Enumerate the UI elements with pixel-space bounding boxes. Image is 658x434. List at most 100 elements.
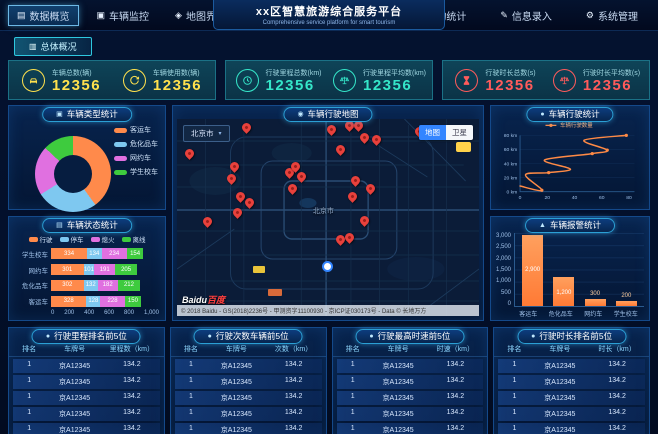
column-header: 车牌号 bbox=[64, 346, 86, 353]
table-cell: 134.2 bbox=[446, 377, 465, 384]
table-cell: 134.2 bbox=[608, 361, 626, 368]
x-tick: 400 bbox=[84, 310, 95, 316]
alarm-categories: 客运车 危化品车 网约车 学生校车 bbox=[496, 307, 644, 318]
svg-text:20: 20 bbox=[545, 195, 551, 201]
kpi-value: 12356 bbox=[582, 76, 633, 94]
legend-item-停车[interactable]: 停车 bbox=[59, 234, 84, 244]
table-row: 1 京A12345 134.2 bbox=[13, 391, 160, 405]
panorama-badge[interactable] bbox=[456, 142, 471, 152]
y-tick: 2,000 bbox=[496, 255, 512, 262]
legend-item-离线[interactable]: 离线 bbox=[121, 234, 146, 244]
svg-text:40: 40 bbox=[572, 195, 578, 201]
stack-category: 学生校车 bbox=[22, 251, 48, 259]
legend-item-熄火[interactable]: 熄火 bbox=[90, 234, 115, 244]
panel-title-text: 行驶最高时速前5位 bbox=[377, 331, 451, 341]
nav-item-车辆监控[interactable]: ▣ 车辆监控 bbox=[89, 6, 158, 25]
globe-badge-icon: ◉ bbox=[297, 111, 304, 118]
table-row: 1 京A12345 134.2 bbox=[13, 407, 160, 421]
table-row: 1 京A12345 134.2 bbox=[174, 423, 322, 434]
stack-segment: 228 bbox=[100, 295, 125, 307]
center-column: ◉ 车辆行驶地图 北京市 北京市 ▾ 地图 卫星 Baidu百度 © 2018 … bbox=[172, 105, 484, 321]
alarm-stats-panel-title: ▲ 车辆报警统计 bbox=[525, 218, 615, 233]
stack-category: 网约车 bbox=[28, 267, 49, 275]
table-cell: 1 bbox=[512, 361, 517, 368]
map-type-卫星[interactable]: 卫星 bbox=[446, 125, 473, 140]
svg-text:60: 60 bbox=[599, 195, 605, 201]
scale-icon bbox=[333, 68, 356, 92]
ranking-table-panel: ● 行驶次数车辆前5位 排名 车牌号 次数（km） 1 京A12345 134.2 1 京A123… bbox=[169, 327, 327, 434]
status-badge-icon: ▤ bbox=[56, 222, 63, 229]
svg-text:车辆行驶数量: 车辆行驶数量 bbox=[560, 121, 593, 129]
kpi-group: 行驶里程总数(km) 12356 行驶里程平均数(km) 12356 bbox=[225, 60, 433, 100]
table-row: 1 京A12345 134.2 bbox=[174, 375, 322, 389]
page-subtitle: Comprehensive service platform for smart… bbox=[262, 20, 396, 26]
alarm-bar-客运车: 2,900 bbox=[522, 235, 544, 306]
panel-title-text: 车辆报警统计 bbox=[549, 220, 601, 230]
scale-icon bbox=[552, 68, 576, 92]
kpi-item: 行驶时长总数(s) 12356 bbox=[445, 63, 546, 97]
table-cell: 134.2 bbox=[123, 425, 141, 432]
ranking-table-title: ● 行驶里程排名前5位 bbox=[31, 329, 141, 344]
svg-text:80: 80 bbox=[626, 195, 632, 201]
stack-category: 客运车 bbox=[28, 299, 49, 307]
table-cell: 134.2 bbox=[284, 361, 303, 368]
dot-badge-icon: ● bbox=[369, 333, 374, 340]
legend-item-学生校车[interactable]: 学生校车 bbox=[114, 167, 158, 177]
table-cell: 134.2 bbox=[284, 409, 303, 416]
legend-swatch bbox=[28, 236, 38, 242]
panel-title-text: 行驶里程排名前5位 bbox=[54, 331, 127, 341]
map-panel: ◉ 车辆行驶地图 北京市 北京市 ▾ 地图 卫星 Baidu百度 © 2018 … bbox=[172, 105, 484, 321]
kpi-value: 12356 bbox=[485, 76, 535, 94]
nav-item-数据概览[interactable]: ▤ 数据概览 bbox=[8, 4, 79, 26]
nav-item-系统管理[interactable]: ⚙ 系统管理 bbox=[578, 6, 646, 25]
vehicle-status-chart: 行驶 停车 熄火 离线 学生校车 334 134 234 154 网约车 301 101 191 205… bbox=[15, 232, 159, 317]
city-selector[interactable]: 北京市 ▾ bbox=[183, 125, 230, 142]
table-cell: 134.2 bbox=[608, 393, 626, 400]
car-badge-icon: ▣ bbox=[56, 111, 63, 118]
table-cell: 京A12345 bbox=[59, 427, 91, 434]
bar-value-label: 1,200 bbox=[556, 289, 572, 296]
legend-item-行驶[interactable]: 行驶 bbox=[28, 234, 53, 244]
table-row: 1 京A12345 134.2 bbox=[336, 423, 484, 434]
map-attribution: © 2018 Baidu - GS(2018)2236号 - 甲测资字11100… bbox=[177, 305, 479, 316]
table-cell: 134.2 bbox=[123, 361, 141, 368]
table-cell: 134.2 bbox=[123, 409, 141, 416]
meter-icon bbox=[235, 68, 259, 92]
kpi-item: 行驶里程总数(km) 12356 bbox=[228, 63, 329, 97]
map-city-marker[interactable] bbox=[321, 260, 333, 272]
overview-button[interactable]: ▥ 总体概况 bbox=[14, 37, 92, 56]
map-type-地图[interactable]: 地图 bbox=[419, 125, 446, 140]
kpi-text: 行驶里程总数(km) 12356 bbox=[266, 68, 322, 93]
table-row: 1 京A12345 134.2 bbox=[13, 359, 160, 373]
legend-item-客运车[interactable]: 客运车 bbox=[114, 125, 158, 135]
vehicle-type-panel: ▣ 车辆类型统计 客运车 危化品车 网约车 学生校车 bbox=[8, 105, 166, 212]
page-title: xx区智慧旅游综合服务平台 bbox=[255, 6, 403, 18]
table-row: 1 京A12345 134.2 bbox=[498, 359, 645, 373]
legend-item-网约车[interactable]: 网约车 bbox=[114, 153, 158, 163]
table-cell: 134.2 bbox=[123, 393, 141, 400]
table-row: 1 京A12345 134.2 bbox=[13, 375, 160, 389]
dashboard-root: ▤ 数据概览 ▣ 车辆监控 ◈ 地图界面 xx区智慧旅游综合服务平台 Comprehens… bbox=[0, 0, 658, 434]
stack-segment: 191 bbox=[94, 264, 116, 276]
table-row: 1 京A12345 134.2 bbox=[336, 359, 484, 373]
legend-item-危化品车[interactable]: 危化品车 bbox=[114, 139, 158, 149]
column-header: 排名 bbox=[345, 346, 360, 353]
svg-text:60 km: 60 km bbox=[504, 147, 518, 153]
driving-map[interactable]: 北京市 北京市 ▾ 地图 卫星 Baidu百度 © 2018 Baidu - GS… bbox=[177, 119, 479, 316]
stack-segment: 302 bbox=[51, 279, 84, 291]
table-cell: 1 bbox=[27, 409, 32, 416]
stack-segment: 134 bbox=[87, 248, 102, 260]
table-cell: 京A12345 bbox=[220, 379, 252, 386]
ranking-table-title: ● 行驶时长排名前5位 bbox=[517, 329, 627, 344]
panel-title-text: 行驶次数车辆前5位 bbox=[215, 331, 289, 341]
legend-swatch bbox=[114, 141, 127, 147]
kpi-label: 行驶时长平均数(s) bbox=[582, 69, 641, 77]
table-cell: 京A12345 bbox=[382, 363, 414, 370]
dot-badge-icon: ● bbox=[207, 333, 212, 340]
x-tick: 1,000 bbox=[143, 310, 159, 316]
y-tick: 2,500 bbox=[496, 244, 512, 251]
vehicle-status-panel: ▤ 车辆状态统计 行驶 停车 熄火 离线 学生校车 334 134 234 154 网约车 301… bbox=[8, 216, 166, 321]
table-cell: 1 bbox=[27, 425, 32, 432]
nav-item-信息录入[interactable]: ✎ 信息录入 bbox=[492, 6, 560, 25]
stack-bar: 302 132 182 212 bbox=[51, 279, 159, 291]
